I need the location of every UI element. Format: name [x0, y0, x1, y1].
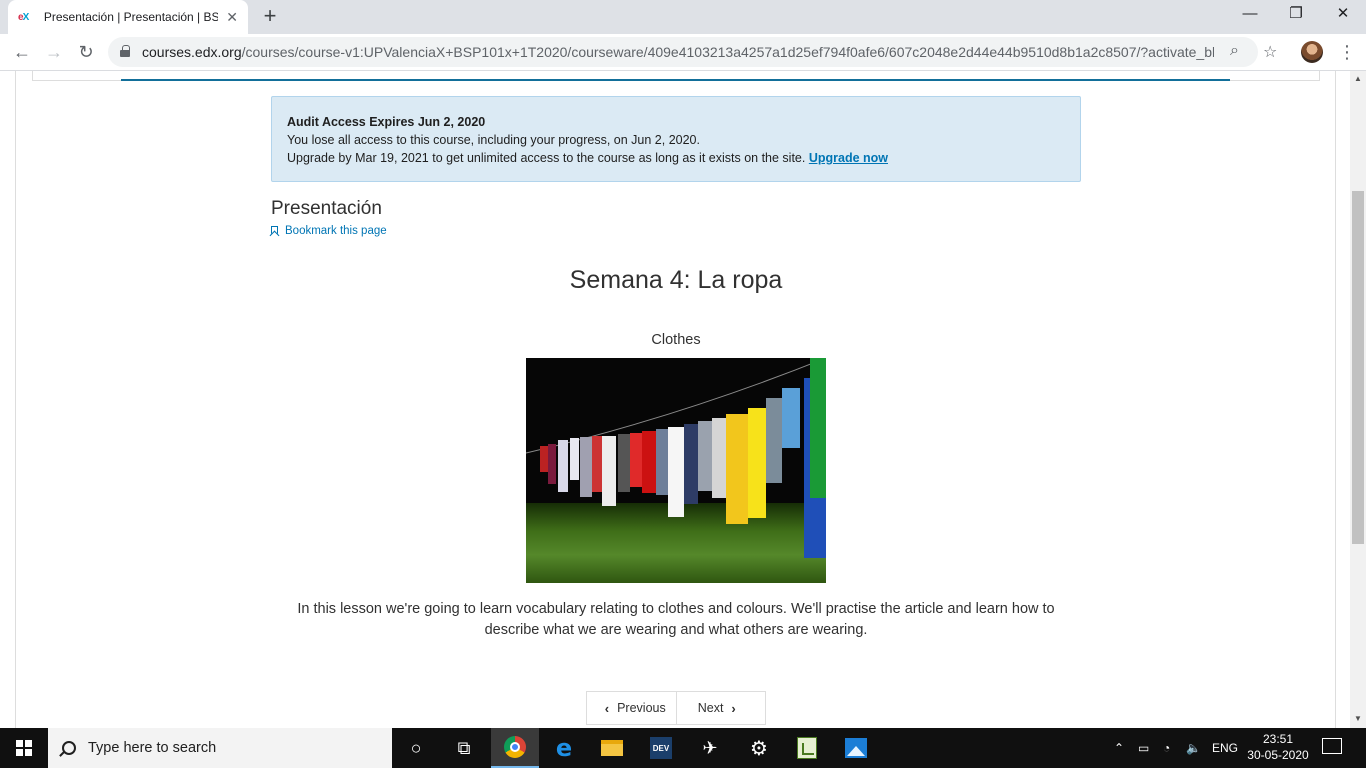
chrome-menu-icon[interactable]: ⋮	[1338, 40, 1356, 64]
edge-taskbar-icon[interactable]: e	[540, 728, 588, 768]
unit-pager: ‹ Previous Next ›	[586, 691, 766, 725]
edx-favicon-icon: eX	[18, 11, 29, 23]
course-page: Audit Access Expires Jun 2, 2020 You los…	[0, 71, 1350, 728]
tab-strip: eX Presentación | Presentación | BSP ✕ +…	[0, 0, 1366, 34]
bookmark-button[interactable]: Bookmark this page	[271, 225, 387, 237]
close-window-button[interactable]: ✕	[1320, 0, 1366, 30]
new-tab-button[interactable]: +	[258, 4, 282, 28]
settings-gear-icon[interactable]: ⚙	[735, 728, 783, 768]
start-button[interactable]	[0, 728, 48, 768]
restore-button[interactable]: ❐	[1273, 0, 1319, 30]
photos-app-icon[interactable]	[832, 728, 880, 768]
taskbar-clock[interactable]: 23:51 30-05-2020	[1238, 731, 1318, 763]
bookmark-star-icon[interactable]: ☆	[1263, 42, 1277, 62]
volume-icon[interactable]: 🔈	[1186, 728, 1201, 768]
content-frame-left	[15, 71, 16, 728]
scroll-thumb[interactable]	[1352, 191, 1364, 544]
alert-title: Audit Access Expires Jun 2, 2020	[287, 115, 486, 129]
reload-button[interactable]: ↻	[73, 39, 99, 65]
clothes-drawing	[526, 358, 826, 558]
audit-access-alert: Audit Access Expires Jun 2, 2020 You los…	[271, 96, 1081, 182]
next-button[interactable]: Next ›	[675, 692, 766, 724]
windows-taskbar: Type here to search ○ ⧉ e DEV ✈ ⚙ ⌃ ▭ ◔ …	[0, 728, 1366, 768]
unit-title: Presentación	[271, 198, 382, 219]
image-caption: Clothes	[651, 332, 701, 348]
language-indicator[interactable]: ENG	[1212, 728, 1238, 768]
spreadsheet-app-icon[interactable]	[783, 728, 831, 768]
bookmark-icon	[271, 226, 278, 236]
chevron-left-icon: ‹	[604, 700, 610, 716]
profile-avatar[interactable]	[1301, 41, 1323, 63]
search-placeholder: Type here to search	[88, 740, 217, 756]
file-explorer-icon[interactable]	[588, 728, 636, 768]
url-text[interactable]: courses.edx.org/courses/course-v1:UPVale…	[142, 44, 1214, 60]
clock-time: 23:51	[1262, 732, 1294, 746]
browser-toolbar: ← → ↻ courses.edx.org/courses/course-v1:…	[0, 34, 1366, 71]
back-button[interactable]: ←	[9, 39, 35, 65]
lesson-heading: Semana 4: La ropa	[569, 266, 783, 294]
clothesline-image	[526, 358, 826, 583]
previous-button[interactable]: ‹ Previous	[587, 692, 676, 724]
upgrade-now-link[interactable]: Upgrade now	[809, 151, 888, 165]
page-scrollbar[interactable]: ▲ ▼	[1350, 71, 1366, 728]
show-hidden-icons-icon[interactable]: ⌃	[1114, 728, 1124, 768]
taskbar-search[interactable]: Type here to search	[48, 728, 392, 768]
cortana-icon[interactable]: ○	[392, 728, 440, 768]
clock-date: 30-05-2020	[1247, 748, 1309, 762]
wifi-icon[interactable]: ◔	[1163, 728, 1170, 768]
bookmark-label: Bookmark this page	[285, 225, 387, 237]
tab-close-icon[interactable]: ✕	[226, 9, 238, 26]
windows-logo-icon	[16, 740, 32, 756]
alert-line-1: You lose all access to this course, incl…	[287, 133, 700, 147]
lesson-description: In this lesson we're going to learn voca…	[297, 601, 1055, 638]
chevron-right-icon: ›	[731, 700, 736, 716]
alert-line-2: Upgrade by Mar 19, 2021 to get unlimited…	[287, 151, 888, 165]
browser-tab[interactable]: eX Presentación | Presentación | BSP ✕	[8, 0, 248, 34]
address-bar[interactable]: courses.edx.org/courses/course-v1:UPVale…	[108, 37, 1277, 67]
search-icon	[62, 741, 76, 755]
dev-cpp-icon[interactable]: DEV	[637, 728, 685, 768]
next-label: Next	[697, 701, 724, 715]
scroll-down-icon[interactable]: ▼	[1350, 714, 1366, 723]
lock-icon[interactable]	[120, 45, 130, 57]
forward-button[interactable]: →	[41, 39, 67, 65]
content-frame-right	[1335, 71, 1336, 728]
app-shark-icon[interactable]: ✈	[686, 728, 734, 768]
active-unit-rule	[121, 79, 1230, 81]
previous-label: Previous	[617, 701, 666, 715]
minimize-button[interactable]: —	[1227, 0, 1273, 30]
task-view-icon[interactable]: ⧉	[440, 728, 488, 768]
zoom-icon[interactable]: ⌕	[1230, 42, 1239, 60]
battery-icon[interactable]: ▭	[1138, 728, 1149, 768]
chrome-taskbar-icon[interactable]	[491, 728, 539, 768]
tab-title: Presentación | Presentación | BSP	[43, 10, 219, 24]
notification-center-icon[interactable]	[1322, 738, 1342, 754]
scroll-up-icon[interactable]: ▲	[1350, 74, 1366, 83]
